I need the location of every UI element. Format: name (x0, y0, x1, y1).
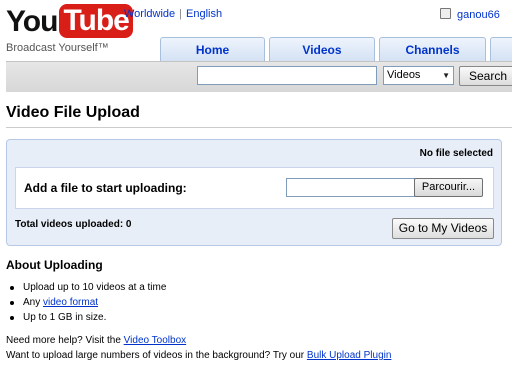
tab-partial[interactable] (490, 37, 512, 61)
user-menu[interactable]: ganou66 (440, 8, 500, 21)
about-uploading-heading: About Uploading (6, 258, 103, 272)
list-item: Any video format (6, 295, 166, 310)
search-button[interactable]: Search (459, 66, 512, 86)
username[interactable]: ganou66 (457, 9, 500, 21)
list-item-text: Upload up to 10 videos at a time (23, 282, 167, 293)
worldwide-link[interactable]: Worldwide (124, 8, 175, 20)
english-link[interactable]: English (186, 8, 222, 20)
file-status: No file selected (419, 148, 493, 159)
add-file-label: Add a file to start uploading: (24, 181, 187, 195)
link-separator: | (179, 8, 183, 20)
tab-home[interactable]: Home (160, 37, 265, 61)
search-category-select[interactable]: Videos ▼ (383, 66, 454, 85)
search-category-value: Videos (387, 69, 421, 81)
help-text: Need more help? Visit the (6, 335, 124, 346)
logo-tube-badge: Tube (59, 4, 133, 38)
about-uploading-list: Upload up to 10 videos at a time Any vid… (6, 280, 166, 325)
video-format-link[interactable]: video format (43, 297, 98, 308)
list-item: Upload up to 10 videos at a time (6, 280, 166, 295)
list-item: Up to 1 GB in size. (6, 310, 166, 325)
help-text: Want to upload large numbers of videos i… (6, 350, 307, 361)
go-to-my-videos-button[interactable]: Go to My Videos (392, 218, 494, 239)
file-path-field[interactable] (286, 178, 415, 197)
help-line-toolbox: Need more help? Visit the Video Toolbox (6, 335, 186, 346)
search-input[interactable] (197, 66, 377, 85)
tab-videos[interactable]: Videos (269, 37, 375, 61)
bulk-upload-plugin-link[interactable]: Bulk Upload Plugin (307, 350, 392, 361)
tab-channels[interactable]: Channels (379, 37, 486, 61)
page-title: Video File Upload (6, 104, 140, 121)
list-item-text: Any (23, 297, 44, 308)
logo-you-text: You (6, 5, 58, 38)
browse-button[interactable]: Parcourir... (414, 178, 483, 197)
video-toolbox-link[interactable]: Video Toolbox (124, 335, 186, 346)
dropdown-arrow-icon: ▼ (442, 71, 450, 80)
top-links: Worldwide | English (124, 8, 222, 20)
list-item-text: Up to 1 GB in size. (23, 312, 107, 323)
title-divider (6, 127, 512, 128)
help-line-bulk: Want to upload large numbers of videos i… (6, 350, 391, 361)
total-uploaded-count: Total videos uploaded: 0 (15, 219, 132, 230)
user-icon (440, 8, 451, 19)
youtube-logo[interactable]: You Tube Broadcast Yourself™ (6, 4, 133, 54)
logo-tagline: Broadcast Yourself™ (6, 42, 109, 54)
